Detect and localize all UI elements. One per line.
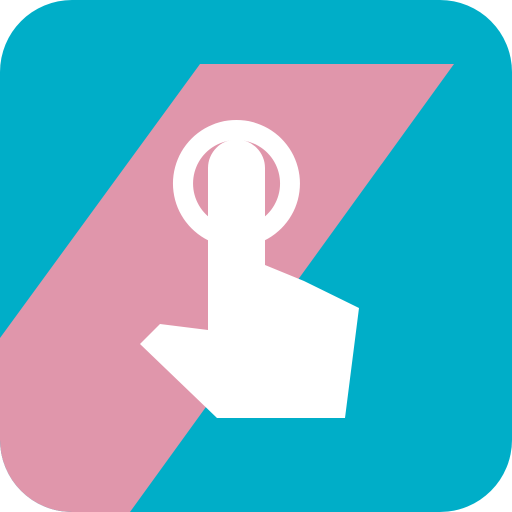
- app-icon[interactable]: [0, 0, 512, 512]
- app-icon-graphic: [0, 0, 512, 512]
